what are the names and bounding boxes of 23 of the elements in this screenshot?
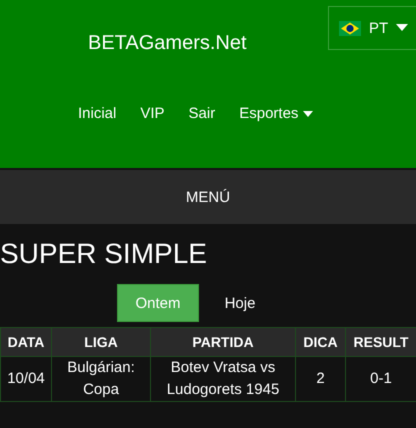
column-header: RESULT — [346, 328, 416, 356]
brazil-flag-icon — [339, 20, 361, 36]
day-tab[interactable]: Ontem — [117, 284, 199, 322]
table-cell: 10/04 — [0, 356, 52, 402]
menu-label: MENÚ — [186, 188, 230, 206]
caret-down-icon — [396, 24, 408, 32]
table-cell: Botev Vratsa vs Ludogorets 1945 — [150, 356, 296, 402]
site-logo[interactable]: BETAGamers.Net — [88, 32, 247, 55]
column-header: PARTIDA — [150, 328, 296, 356]
nav-link[interactable]: Inicial — [78, 105, 116, 122]
page-title: SUPER SIMPLE — [0, 238, 207, 270]
table-cell: Bulgárian: Copa — [52, 356, 150, 402]
table-cell: 0-1 — [346, 356, 416, 402]
table-cell: 2 — [296, 356, 346, 402]
day-tab[interactable]: Hoje — [199, 284, 281, 322]
language-selector[interactable]: PT — [328, 6, 416, 50]
column-header: DATA — [0, 328, 52, 356]
nav-link[interactable]: Esportes — [239, 105, 314, 122]
menu-bar[interactable]: MENÚ — [0, 170, 416, 224]
nav-link[interactable]: Sair — [188, 105, 216, 122]
column-header: LIGA — [52, 328, 150, 356]
column-header: DICA — [296, 328, 346, 356]
nav-link[interactable]: VIP — [140, 105, 165, 122]
